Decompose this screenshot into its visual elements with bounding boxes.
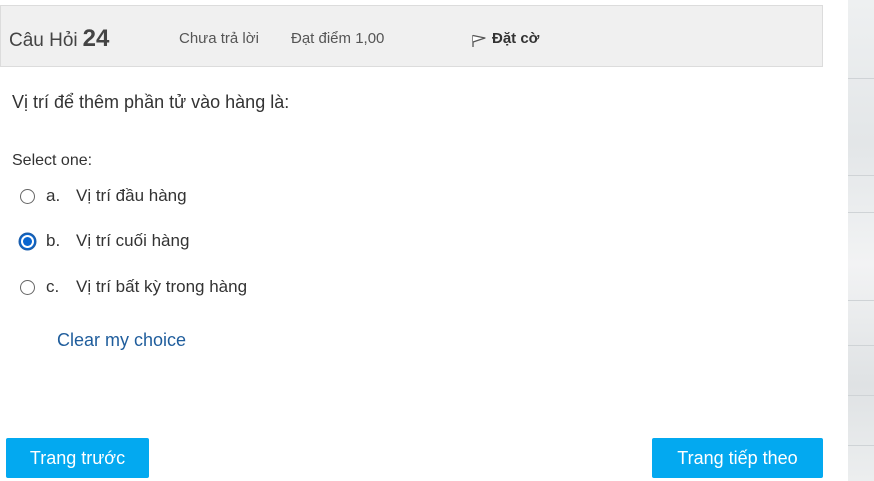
flag-outline-icon (472, 34, 486, 47)
clear-choice-link[interactable]: Clear my choice (57, 330, 186, 351)
answer-option-a[interactable]: a. Vị trí đầu hàng (20, 186, 187, 206)
previous-page-button[interactable]: Trang trước (6, 438, 149, 478)
next-page-button[interactable]: Trang tiếp theo (652, 438, 823, 478)
select-one-prompt: Select one: (12, 152, 93, 169)
question-number-label: Câu Hỏi 24 (9, 25, 109, 53)
option-letter: b. (46, 231, 61, 250)
background-image-strip (848, 0, 874, 481)
option-text: Vị trí đầu hàng (76, 186, 187, 205)
answer-status: Chưa trả lời (179, 30, 259, 47)
answer-option-b[interactable]: b. Vị trí cuối hàng (20, 231, 189, 251)
radio-button-c[interactable] (20, 279, 35, 295)
option-letter: c. (46, 277, 60, 296)
question-text: Vị trí để thêm phần tử vào hàng là: (12, 92, 290, 112)
option-text: Vị trí cuối hàng (76, 231, 190, 250)
flag-label: Đặt cờ (492, 29, 540, 47)
radio-button-a[interactable] (20, 188, 35, 204)
question-number: 24 (82, 25, 110, 52)
question-label-text: Câu Hỏi (9, 30, 78, 51)
radio-button-b[interactable] (20, 233, 35, 249)
option-text: Vị trí bất kỳ trong hàng (76, 277, 248, 296)
option-letter: a. (46, 186, 61, 205)
question-grade: Đạt điểm 1,00 (291, 30, 385, 47)
answer-option-c[interactable]: c. Vị trí bất kỳ trong hàng (20, 277, 247, 297)
flag-question-button[interactable]: Đặt cờ (471, 28, 539, 48)
question-info-header: Câu Hỏi 24 Chưa trả lời Đạt điểm 1,00 Đặ… (0, 5, 823, 67)
